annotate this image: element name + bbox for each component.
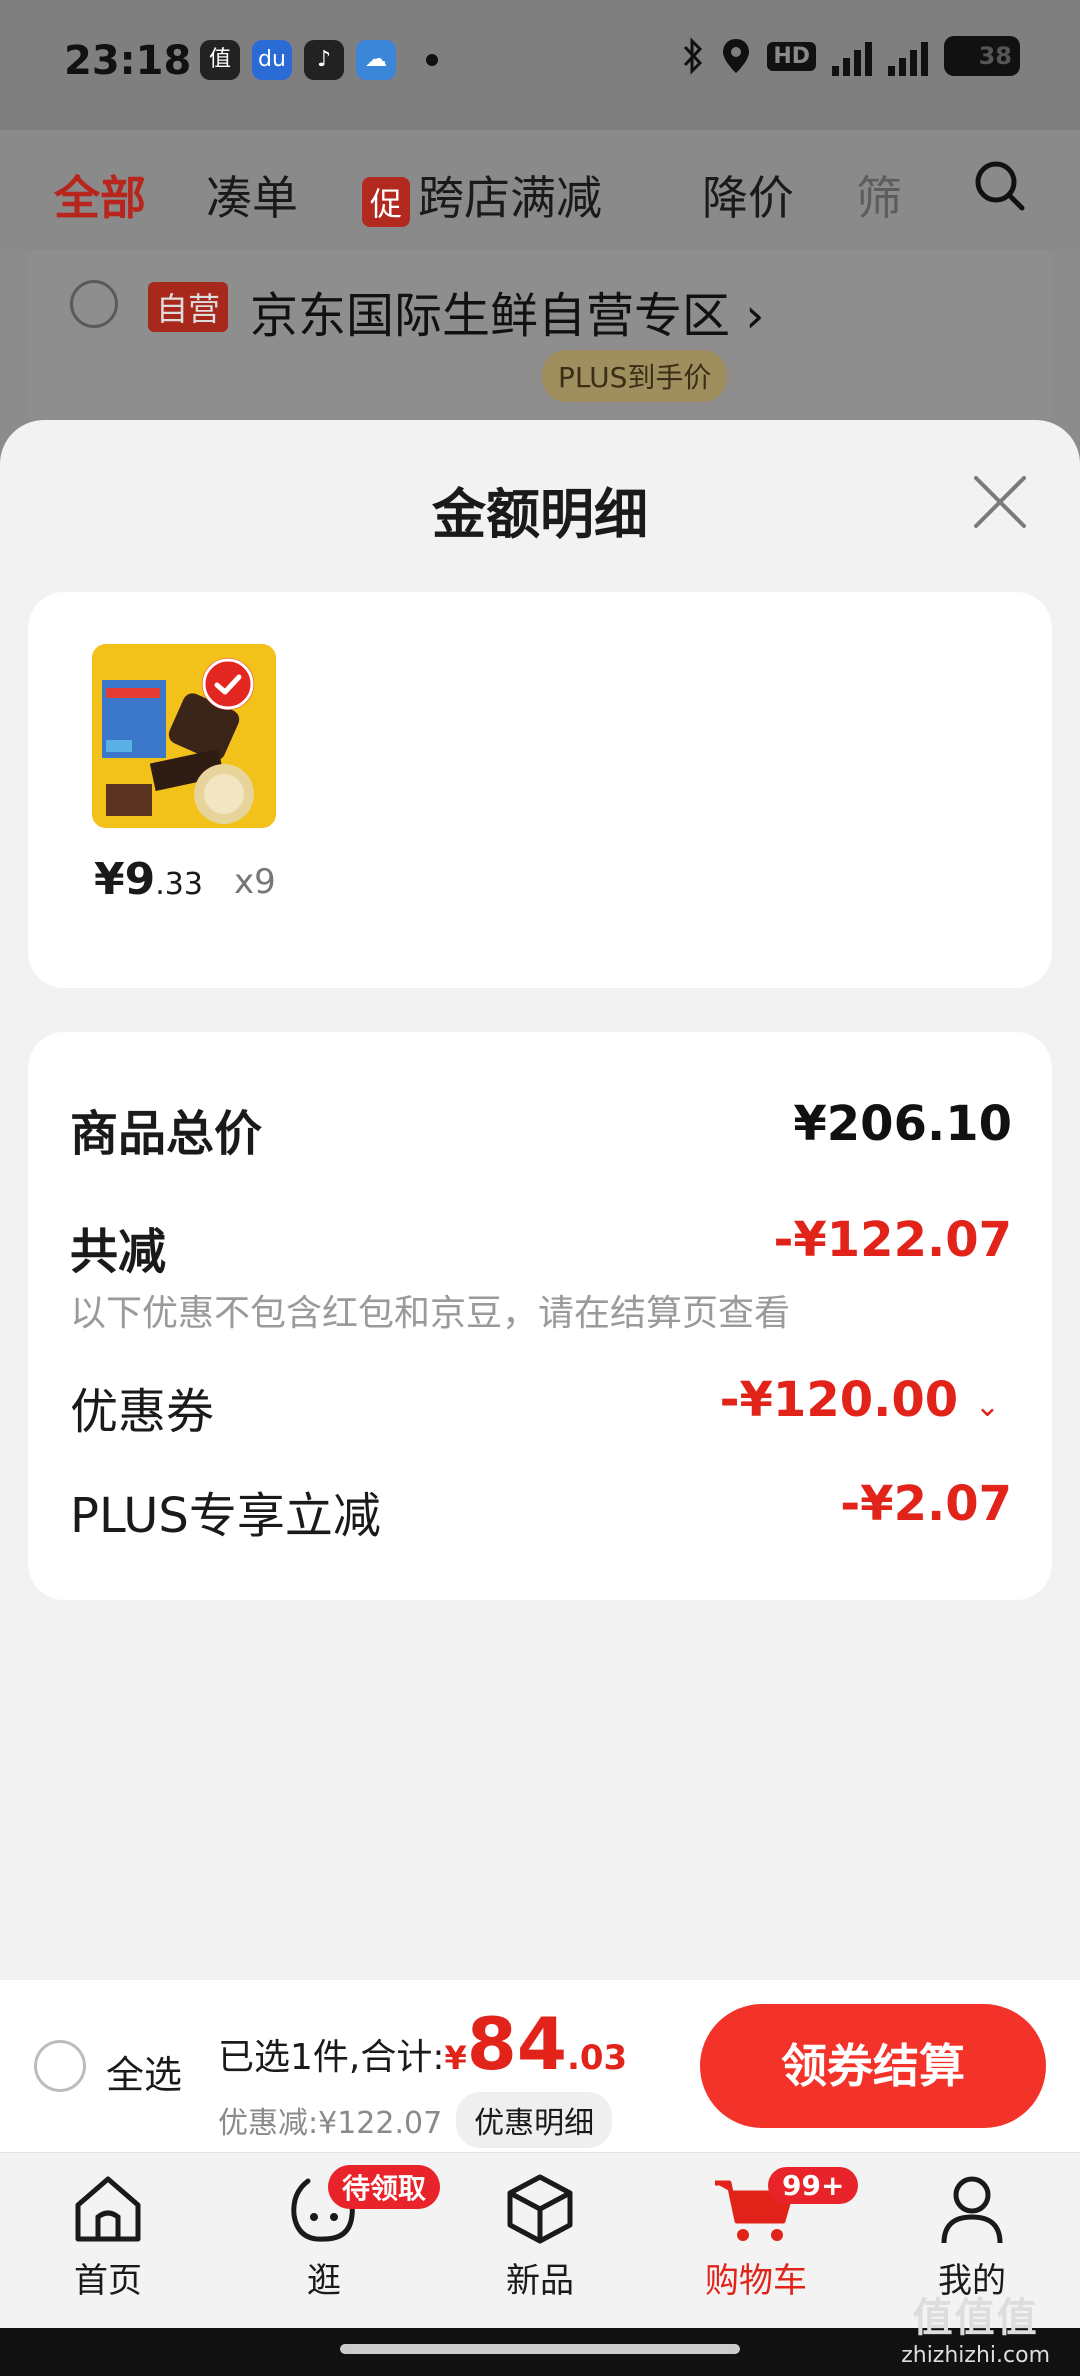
zhi-app-icon: 值 <box>200 40 240 80</box>
box-icon <box>507 2174 573 2244</box>
promo-badge: 促 <box>362 176 411 227</box>
tab-cart-badge: 99+ <box>768 2167 859 2204</box>
plus-discount-label: PLUS专享立减 <box>70 1488 381 1544</box>
chevron-right-icon: › <box>745 288 765 344</box>
watermark-logo: 值值值 <box>912 2295 1039 2341</box>
filter-tab-all[interactable]: 全部 <box>54 162 146 228</box>
coupon-row-toggle[interactable]: -¥120.00 ⌄ <box>720 1372 1000 1428</box>
location-icon <box>723 39 750 73</box>
status-bar: 23:18 值 du ♪ ☁ HD 38 <box>0 0 1080 130</box>
baidu-app-icon: du <box>252 40 292 80</box>
plus-discount-value: -¥2.07 <box>840 1476 1012 1532</box>
amount-detail-sheet: 金额明细 ¥9.33 x9 商品总价 ¥206.10 共减 -¥122.07 以… <box>0 420 1080 1980</box>
home-indicator[interactable] <box>340 2344 740 2354</box>
search-icon[interactable] <box>972 158 1028 214</box>
hd-badge: HD <box>767 41 816 71</box>
coupon-value: -¥120.00 <box>719 1372 959 1428</box>
unit-price-int: 9 <box>124 854 156 905</box>
select-all-radio[interactable] <box>34 2040 86 2092</box>
select-all-label[interactable]: 全选 <box>106 2044 182 2099</box>
filter-tab-filter[interactable]: 筛 <box>856 162 902 228</box>
tab-home-label: 首页 <box>74 2261 142 2301</box>
filter-tab-cross-store-label: 跨店满减 <box>418 171 603 225</box>
home-icon <box>75 2176 141 2242</box>
filter-tab-price-drop[interactable]: 降价 <box>702 162 794 228</box>
notification-dot-icon <box>426 54 438 66</box>
unit-price: ¥9.33 <box>94 854 203 905</box>
filter-bar: 全部 凑单 促跨店满减 降价 筛 <box>0 130 1080 250</box>
tab-new-label: 新品 <box>506 2261 574 2301</box>
summary-prefix: 已选1件,合计: <box>218 2037 445 2078</box>
discount-detail-button[interactable]: 优惠明细 <box>456 2092 613 2148</box>
quantity: x9 <box>234 862 276 902</box>
sheet-title: 金额明细 <box>432 483 648 546</box>
reduction-note: 以下优惠不包含红包和京豆，请在结算页查看 <box>70 1293 791 1334</box>
signal-5g-icon <box>832 36 872 76</box>
unit-price-symbol: ¥ <box>94 854 125 905</box>
weather-app-icon: ☁ <box>356 40 396 80</box>
goods-total-value: ¥206.10 <box>793 1096 1012 1152</box>
total-reduction-label: 共减 <box>70 1224 167 1280</box>
store-card: 自营 京东国际生鲜自营专区 › PLUS到手价 <box>30 250 1050 430</box>
total-amount-int: 84 <box>466 2002 567 2086</box>
tab-cart-label: 购物车 <box>705 2261 807 2301</box>
bluetooth-icon <box>684 37 703 75</box>
checkout-bar: 全选 已选1件,合计:¥84.03 优惠减:¥122.07 优惠明细 领券结算 <box>0 1980 1080 2152</box>
tab-browse-label: 逛 <box>307 2261 341 2301</box>
goods-total-label: 商品总价 <box>70 1106 263 1162</box>
checkout-button[interactable]: 领券结算 <box>700 2004 1046 2128</box>
price-detail-card: 商品总价 ¥206.10 共减 -¥122.07 以下优惠不包含红包和京豆，请在… <box>28 1032 1052 1600</box>
site-watermark: 值值值 zhizhizhi.com <box>901 2285 1050 2368</box>
filter-tab-bundle[interactable]: 凑单 <box>206 162 298 228</box>
tab-profile[interactable]: 我的 <box>892 2171 1052 2302</box>
total-amount-dec: .03 <box>566 2038 628 2078</box>
tab-browse-badge: 待领取 <box>328 2165 441 2209</box>
chevron-down-icon: ⌄ <box>974 1389 1000 1424</box>
self-operated-tag: 自营 <box>148 282 229 332</box>
total-reduction-value: -¥122.07 <box>773 1212 1012 1268</box>
selected-summary: 已选1件,合计:¥84.03 <box>218 2002 627 2086</box>
discount-line: 优惠减:¥122.07 优惠明细 <box>218 2092 613 2148</box>
close-icon[interactable] <box>970 472 1030 532</box>
tab-cart[interactable]: 购物车 99+ <box>676 2167 859 2302</box>
tab-new[interactable]: 新品 <box>460 2171 620 2302</box>
discount-text: 优惠减:¥122.07 <box>218 2106 443 2141</box>
coupon-label: 优惠券 <box>70 1384 215 1440</box>
status-right-group: HD 38 <box>681 36 1020 76</box>
battery-icon: 38 <box>944 36 1020 76</box>
profile-icon <box>941 2176 1003 2244</box>
tab-browse[interactable]: 逛 待领取 <box>244 2165 441 2302</box>
product-card: ¥9.33 x9 <box>28 592 1052 988</box>
watermark-text: zhizhizhi.com <box>901 2343 1050 2368</box>
store-select-radio[interactable] <box>70 280 118 328</box>
selected-check-icon <box>202 658 254 710</box>
plus-price-tag: PLUS到手价 <box>542 350 728 402</box>
store-name[interactable]: 京东国际生鲜自营专区 › <box>250 276 764 346</box>
product-thumbnail[interactable] <box>92 644 276 828</box>
tiktok-app-icon: ♪ <box>304 40 344 80</box>
total-currency: ¥ <box>444 2039 467 2077</box>
filter-tab-cross-store[interactable]: 促跨店满减 <box>362 162 602 228</box>
tab-home[interactable]: 首页 <box>28 2171 188 2302</box>
signal-5g-icon-2 <box>888 36 928 76</box>
store-name-label: 京东国际生鲜自营专区 <box>250 288 731 344</box>
unit-price-dec: .33 <box>155 867 203 902</box>
status-time: 23:18 <box>64 38 192 84</box>
